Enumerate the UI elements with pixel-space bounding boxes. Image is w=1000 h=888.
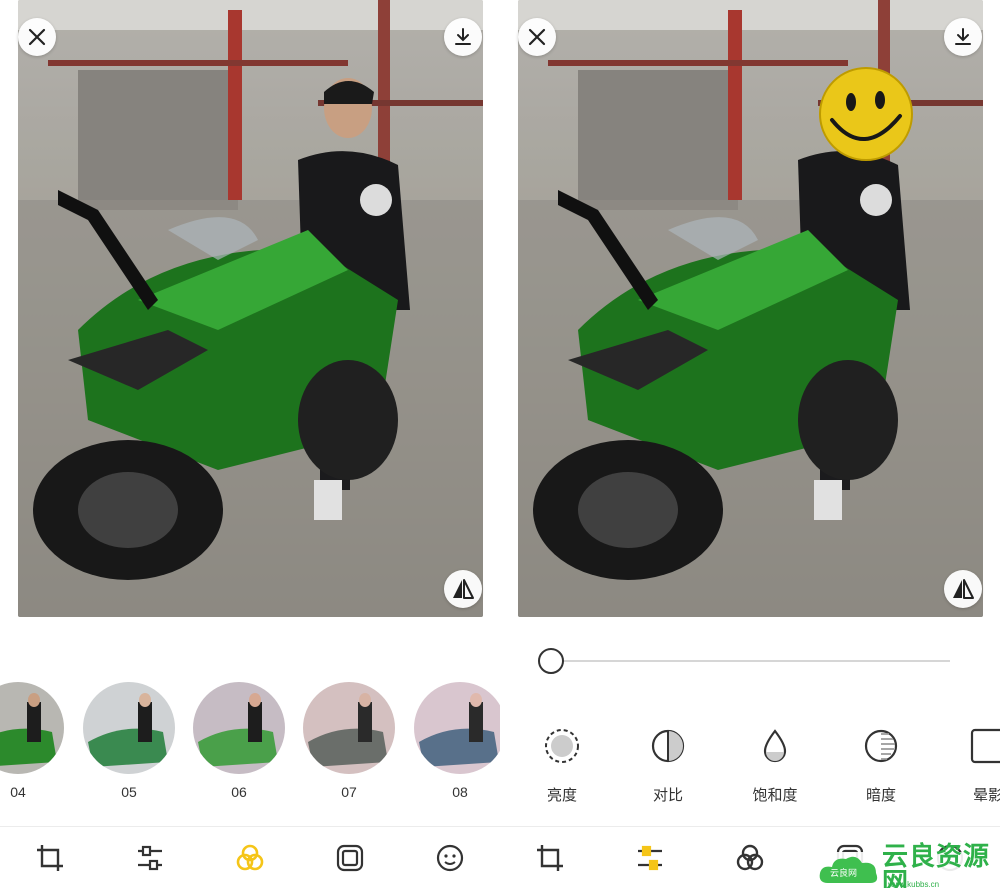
photo-preview	[18, 0, 483, 617]
filter-preview-image	[303, 682, 395, 774]
filter-tool-button[interactable]	[234, 842, 266, 874]
saturation-icon	[763, 729, 787, 763]
filter-editor-panel: 04 05 06 07 08	[0, 0, 500, 888]
filter-label: 08	[452, 784, 468, 800]
frame-tool-button[interactable]	[334, 842, 366, 874]
download-icon	[455, 28, 471, 45]
adjust-label: 亮度	[546, 787, 577, 804]
close-icon	[528, 28, 546, 46]
adjust-icon	[638, 845, 662, 871]
adjust-vignette[interactable]: 晕影	[948, 726, 1000, 805]
crop-tool-button[interactable]	[534, 842, 566, 874]
crop-icon	[37, 845, 63, 871]
close-icon	[28, 28, 46, 46]
filter-item[interactable]: 04	[0, 682, 64, 800]
toolbar-divider	[500, 826, 1000, 827]
face-tool-button[interactable]	[434, 842, 466, 874]
frame-icon	[336, 844, 364, 872]
adjust-label: 对比	[652, 787, 683, 804]
darkness-icon	[864, 729, 898, 763]
face-icon	[436, 844, 464, 872]
mirror-compare-icon	[953, 579, 974, 599]
filter-item[interactable]: 06	[193, 682, 285, 800]
watermark-badge: 云良网	[830, 868, 858, 878]
brightness-icon	[545, 729, 579, 763]
close-button[interactable]	[18, 18, 56, 56]
filter-tool-button[interactable]	[734, 842, 766, 874]
screenshot-root: 04 05 06 07 08 亮度 对比 饱和度 暗度 晕影 云良网 云良资源网…	[0, 0, 1000, 888]
filter-icon	[236, 844, 264, 871]
photo-image	[518, 0, 983, 617]
adjust-label: 暗度	[865, 787, 896, 804]
compare-button[interactable]	[944, 570, 982, 608]
contrast-icon	[651, 729, 685, 763]
filter-label: 04	[10, 784, 26, 800]
cloud-logo-icon: 云良网	[818, 853, 882, 887]
adjust-label: 晕影	[972, 787, 1000, 804]
slider-knob[interactable]	[538, 648, 564, 674]
adjust-contrast[interactable]: 对比	[628, 726, 708, 805]
filter-thumbnail	[83, 682, 175, 774]
filter-label: 05	[121, 784, 137, 800]
adjust-darkness[interactable]: 暗度	[841, 726, 921, 805]
close-button[interactable]	[518, 18, 556, 56]
download-icon	[955, 28, 971, 45]
filter-preview-image	[0, 682, 64, 774]
filter-preview-image	[414, 682, 500, 774]
adjust-icon	[138, 845, 162, 871]
compare-button[interactable]	[444, 570, 482, 608]
crop-icon	[537, 845, 563, 871]
adjust-brightness[interactable]: 亮度	[522, 726, 602, 805]
filter-preview-image	[193, 682, 285, 774]
filter-label: 07	[341, 784, 357, 800]
watermark: 云良网 云良资源网 www.kubbs.cn	[818, 844, 1000, 888]
filter-thumbnail	[0, 682, 64, 774]
filter-icon	[736, 844, 764, 871]
watermark-url: www.kubbs.cn	[888, 880, 940, 888]
filter-item[interactable]: 08	[414, 682, 500, 800]
photo-image	[18, 0, 483, 617]
filter-thumbnail	[414, 682, 500, 774]
mirror-compare-icon	[453, 579, 474, 599]
download-button[interactable]	[944, 18, 982, 56]
photo-preview	[518, 0, 983, 617]
vignette-icon	[970, 728, 1000, 764]
intensity-slider[interactable]	[538, 648, 950, 674]
filter-item[interactable]: 07	[303, 682, 395, 800]
filter-preview-image	[83, 682, 175, 774]
bottom-toolbar	[0, 828, 500, 888]
adjust-saturation[interactable]: 饱和度	[735, 726, 815, 805]
adjust-editor-panel: 亮度 对比 饱和度 暗度 晕影	[500, 0, 1000, 888]
toolbar-divider	[0, 826, 500, 827]
slider-track[interactable]	[550, 660, 950, 662]
download-button[interactable]	[444, 18, 482, 56]
adjust-tool-button[interactable]	[134, 842, 166, 874]
adjust-label: 饱和度	[752, 787, 798, 804]
filter-thumbnail	[303, 682, 395, 774]
filter-thumbnail	[193, 682, 285, 774]
crop-tool-button[interactable]	[34, 842, 66, 874]
adjust-tool-button[interactable]	[634, 842, 666, 874]
filter-label: 06	[231, 784, 247, 800]
filter-list: 04 05 06 07 08	[0, 682, 500, 802]
filter-item[interactable]: 05	[83, 682, 175, 800]
